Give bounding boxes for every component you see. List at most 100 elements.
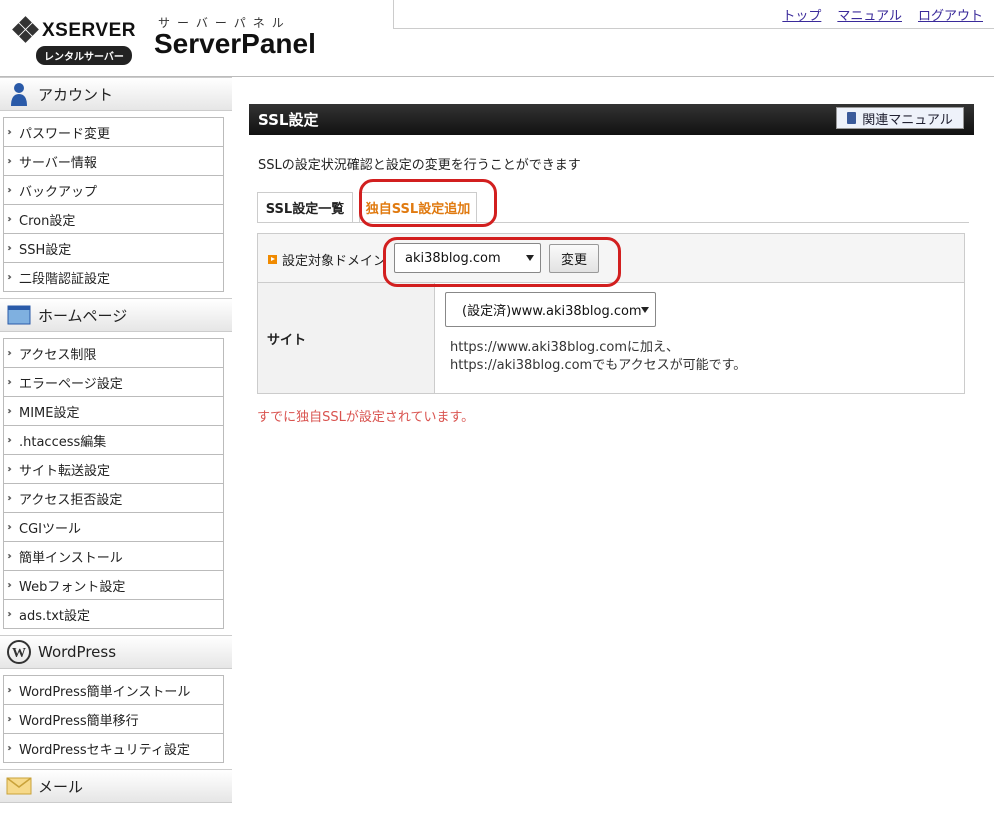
section-mail[interactable]: メール <box>0 769 232 803</box>
top-link[interactable]: トップ <box>782 5 821 24</box>
sidebar-item-label: アクセス拒否設定 <box>19 492 123 508</box>
wordpress-icon: W <box>6 639 32 665</box>
sidebar-item-redirect[interactable]: ›› サイト転送設定 <box>4 455 223 484</box>
sidebar-item-label: 二段階認証設定 <box>19 271 111 287</box>
section-title: ホームページ <box>38 306 128 325</box>
sidebar-item-ssh[interactable]: ›› SSH設定 <box>4 234 223 263</box>
page-description: SSLの設定状況確認と設定の変更を行うことができます <box>258 158 581 173</box>
main-content: SSL設定 関連マニュアル SSLの設定状況確認と設定の変更を行うことができます… <box>249 104 974 425</box>
site-label-cell: サイト <box>258 283 435 393</box>
site-note-line2: https://aki38blog.comでもアクセスが可能です。 <box>450 358 747 373</box>
section-wordpress[interactable]: W WordPress <box>0 635 232 669</box>
sidebar-item-mime[interactable]: ›› MIME設定 <box>4 397 223 426</box>
chevron-right-icon: ›› <box>7 579 12 591</box>
chevron-right-icon: ›› <box>7 405 12 417</box>
envelope-icon <box>6 773 32 799</box>
book-icon <box>847 112 857 124</box>
section-title: メール <box>38 777 84 796</box>
sidebar-item-label: CGIツール <box>19 521 81 537</box>
window-icon <box>6 302 32 328</box>
logout-link[interactable]: ログアウト <box>918 5 983 24</box>
sidebar-item-access-limit[interactable]: ›› アクセス制限 <box>4 339 223 368</box>
chevron-right-icon: ›› <box>7 684 12 696</box>
sidebar-item-2fa[interactable]: ›› 二段階認証設定 <box>4 263 223 292</box>
sidebar-item-error-page[interactable]: ›› エラーページ設定 <box>4 368 223 397</box>
svg-text:W: W <box>12 646 26 661</box>
section-account[interactable]: アカウント <box>0 77 232 111</box>
sidebar-item-label: パスワード変更 <box>19 126 111 142</box>
site-select[interactable]: (設定済)www.aki38blog.com <box>445 292 656 327</box>
sidebar-item-wp-migrate[interactable]: ›› WordPress簡単移行 <box>4 705 223 734</box>
sidebar-item-label: バックアップ <box>19 184 98 200</box>
chevron-right-icon: ›› <box>7 742 12 754</box>
sidebar-item-label: アクセス制限 <box>19 347 97 363</box>
sidebar-item-label: WordPressセキュリティ設定 <box>19 742 190 758</box>
chevron-right-icon: ›› <box>7 347 12 359</box>
sidebar-item-label: サイト転送設定 <box>19 463 111 479</box>
site-select-value: (設定済)www.aki38blog.com <box>462 304 642 319</box>
chevron-right-icon: ›› <box>7 155 12 167</box>
manual-link[interactable]: マニュアル <box>837 5 902 24</box>
chevron-right-icon: ›› <box>7 126 12 138</box>
chevron-right-icon: ›› <box>7 213 12 225</box>
sidebar-item-label: 簡単インストール <box>19 550 123 566</box>
chevron-right-icon: ›› <box>7 492 12 504</box>
site-note-line1: https://www.aki38blog.comに加え、 <box>450 340 680 355</box>
tab-ssl-list[interactable]: SSL設定一覧 <box>257 192 353 222</box>
manual-button-label: 関連マニュアル <box>862 112 953 128</box>
sidebar-item-label: エラーページ設定 <box>19 376 123 392</box>
person-icon <box>6 81 32 107</box>
section-title: WordPress <box>38 643 117 661</box>
page-title-bar: SSL設定 関連マニュアル <box>249 104 974 135</box>
sidebar-item-cron[interactable]: ›› Cron設定 <box>4 205 223 234</box>
brand-sub: レンタルサーバー <box>36 46 132 65</box>
sidebar-item-label: サーバー情報 <box>19 155 97 171</box>
top-nav: トップ マニュアル ログアウト <box>393 0 994 29</box>
sidebar-item-webfont[interactable]: ›› Webフォント設定 <box>4 571 223 600</box>
sidebar-item-htaccess[interactable]: ›› .htaccess編集 <box>4 426 223 455</box>
sidebar-item-access-deny[interactable]: ›› アクセス拒否設定 <box>4 484 223 513</box>
site-label: サイト <box>267 333 307 348</box>
chevron-right-icon: ›› <box>7 242 12 254</box>
brand-name: XSERVER <box>42 20 136 41</box>
annotation-circle-tab <box>359 179 497 227</box>
sidebar-item-server-info[interactable]: ›› サーバー情報 <box>4 147 223 176</box>
wordpress-menu: ›› WordPress簡単インストール ›› WordPress簡単移行 ›› Wo… <box>3 675 224 763</box>
chevron-right-icon: ›› <box>7 376 12 388</box>
sidebar-item-label: SSH設定 <box>19 242 72 258</box>
caret-down-icon <box>641 306 649 313</box>
chevron-right-icon: ›› <box>7 434 12 446</box>
sidebar: アカウント ›› パスワード変更 ›› サーバー情報 ›› バックアップ ›› Cron… <box>0 77 232 814</box>
account-menu: ›› パスワード変更 ›› サーバー情報 ›› バックアップ ›› Cron設定 ›› S… <box>3 117 224 292</box>
chevron-right-icon: ›› <box>7 521 12 533</box>
site-row: サイト (設定済)www.aki38blog.com https://www.a… <box>258 283 964 393</box>
site-note: https://www.aki38blog.comに加え、 https://ak… <box>450 339 746 375</box>
sidebar-item-label: Cron設定 <box>19 213 76 229</box>
sidebar-item-easy-install[interactable]: ›› 簡単インストール <box>4 542 223 571</box>
sidebar-item-wp-install[interactable]: ›› WordPress簡単インストール <box>4 676 223 705</box>
sidebar-item-ads-txt[interactable]: ›› ads.txt設定 <box>4 600 223 629</box>
chevron-right-icon: ›› <box>7 271 12 283</box>
diamond-logo-icon <box>12 16 39 43</box>
section-homepage[interactable]: ホームページ <box>0 298 232 332</box>
logo[interactable]: XSERVER レンタルサーバー サーバーパネル ServerPanel <box>10 10 390 70</box>
warning-message: すでに独自SSLが設定されています。 <box>257 410 475 425</box>
sidebar-item-label: MIME設定 <box>19 405 80 421</box>
related-manual-button[interactable]: 関連マニュアル <box>836 107 964 129</box>
page-title: SSL設定 <box>258 111 319 129</box>
chevron-right-icon: ›› <box>7 713 12 725</box>
sidebar-item-password[interactable]: ›› パスワード変更 <box>4 118 223 147</box>
orange-bullet-icon <box>268 255 277 264</box>
chevron-right-icon: ›› <box>7 608 12 620</box>
sidebar-item-label: WordPress簡単移行 <box>19 713 139 729</box>
sidebar-item-wp-security[interactable]: ›› WordPressセキュリティ設定 <box>4 734 223 763</box>
annotation-circle-domain <box>383 237 621 287</box>
chevron-right-icon: ›› <box>7 550 12 562</box>
domain-label: 設定対象ドメイン <box>268 250 386 269</box>
sidebar-item-label: .htaccess編集 <box>19 434 107 450</box>
sidebar-item-label: Webフォント設定 <box>19 579 126 595</box>
section-title: アカウント <box>38 85 114 104</box>
sidebar-item-backup[interactable]: ›› バックアップ <box>4 176 223 205</box>
sidebar-item-label: WordPress簡単インストール <box>19 684 191 700</box>
sidebar-item-cgi[interactable]: ›› CGIツール <box>4 513 223 542</box>
